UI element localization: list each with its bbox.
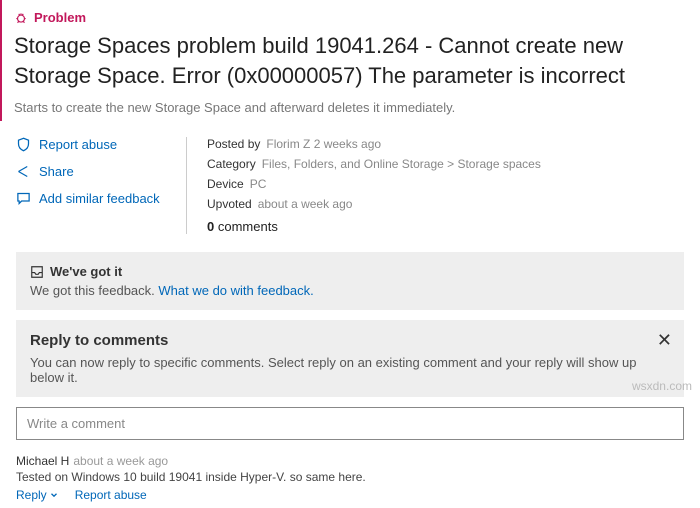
upvoted-value: about a week ago [258, 197, 353, 211]
reply-banner-title: Reply to comments [30, 332, 670, 349]
add-similar-link[interactable]: Add similar feedback [16, 191, 186, 206]
comments-count: 0 comments [207, 219, 684, 234]
gotit-text: We got this feedback. What we do with fe… [30, 283, 670, 298]
category-value: Files, Folders, and Online Storage > Sto… [262, 157, 541, 171]
device-value: PC [250, 177, 267, 191]
gotit-banner: We've got it We got this feedback. What … [16, 252, 684, 310]
feedback-subtitle: Starts to create the new Storage Space a… [14, 100, 684, 115]
chevron-down-icon [49, 490, 59, 500]
report-abuse-label: Report abuse [39, 137, 117, 152]
watermark: wsxdn.com [632, 379, 692, 393]
inbox-icon [30, 265, 44, 279]
comment-body: Tested on Windows 10 build 19041 inside … [16, 470, 684, 484]
share-icon [16, 164, 31, 179]
device-label: Device [207, 177, 244, 191]
meta-info: Posted by Florim Z 2 weeks ago Category Fi… [186, 137, 684, 234]
add-similar-label: Add similar feedback [39, 191, 160, 206]
reply-button[interactable]: Reply [16, 488, 59, 502]
share-link[interactable]: Share [16, 164, 186, 179]
comment-plus-icon [16, 191, 31, 206]
category-label: Category [207, 157, 256, 171]
shield-icon [16, 137, 31, 152]
comment-author: Michael H [16, 454, 69, 468]
upvoted-label: Upvoted [207, 197, 252, 211]
meta-row: Report abuse Share Add similar feedback … [0, 121, 700, 242]
reply-banner: ✕ Reply to comments You can now reply to… [16, 320, 684, 397]
report-abuse-link[interactable]: Report abuse [16, 137, 186, 152]
comment-time: about a week ago [73, 454, 168, 468]
bug-icon [14, 11, 28, 25]
share-label: Share [39, 164, 74, 179]
problem-tag: Problem [14, 10, 684, 25]
action-list: Report abuse Share Add similar feedback [16, 137, 186, 234]
comment-input[interactable]: Write a comment [16, 407, 684, 440]
close-icon[interactable]: ✕ [657, 330, 672, 351]
gotit-link[interactable]: What we do with feedback. [158, 283, 313, 298]
posted-by-label: Posted by [207, 137, 260, 151]
feedback-header: Problem Storage Spaces problem build 190… [0, 0, 700, 121]
feedback-title: Storage Spaces problem build 19041.264 -… [14, 31, 684, 90]
gotit-title: We've got it [50, 264, 122, 279]
posted-by-value: Florim Z 2 weeks ago [266, 137, 381, 151]
problem-tag-label: Problem [34, 10, 86, 25]
reply-banner-text: You can now reply to specific comments. … [30, 355, 670, 385]
comment-item: Michael H about a week ago Tested on Wind… [0, 446, 700, 508]
comment-report-abuse[interactable]: Report abuse [75, 488, 147, 502]
